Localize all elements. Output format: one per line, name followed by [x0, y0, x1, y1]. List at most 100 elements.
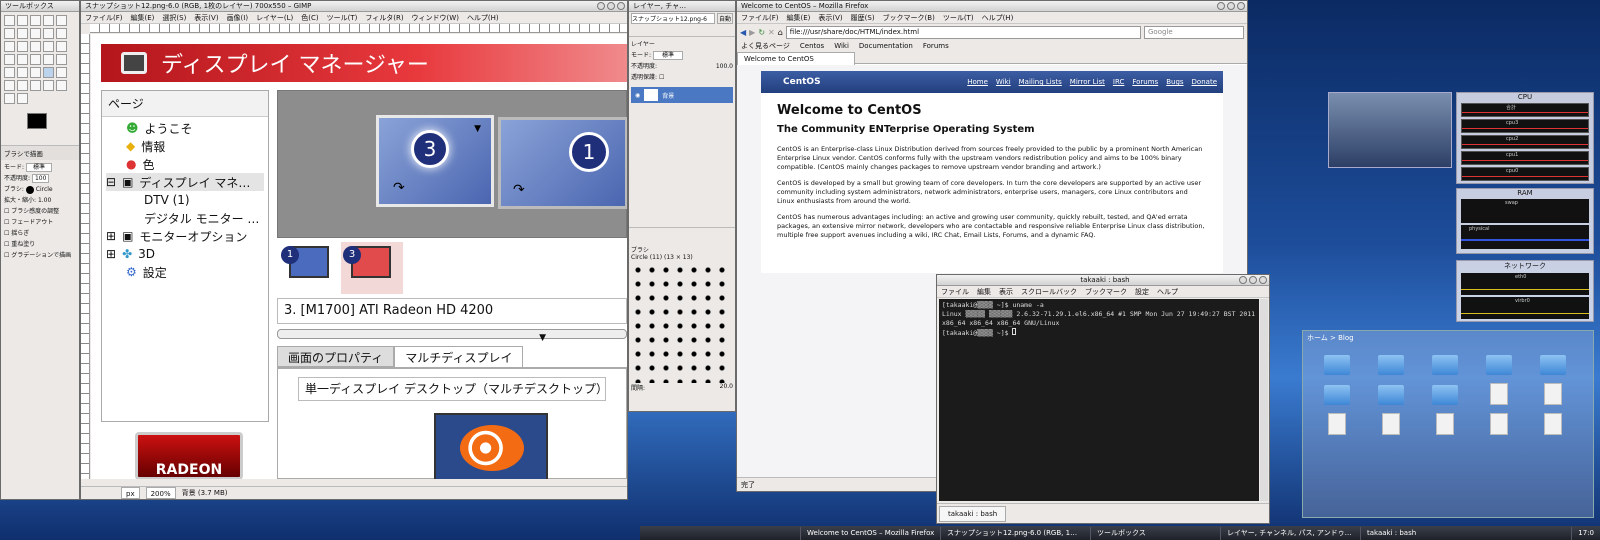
file-icon[interactable] — [1473, 409, 1525, 437]
small-monitor-3[interactable]: 3 — [341, 242, 403, 294]
menu-bookmarks[interactable]: ブックマーク — [1085, 286, 1127, 297]
close-icon[interactable] — [1259, 276, 1267, 284]
terminal-output[interactable]: [takaaki@▒▒▒▒ ~]$ uname -a Linux ▒▒▒▒▒ ▒… — [939, 299, 1259, 501]
tab-multi-display[interactable]: マルチディスプレイ — [394, 346, 524, 367]
nav-forums[interactable]: Forums — [1132, 78, 1158, 86]
menu-image[interactable]: 画像(I) — [227, 12, 249, 23]
bookmark-wiki[interactable]: Wiki — [834, 40, 849, 52]
menu-help[interactable]: ヘルプ — [1157, 286, 1178, 297]
rotate-tool[interactable] — [43, 41, 54, 52]
pager-widget[interactable] — [1328, 92, 1452, 168]
foreground-select-tool[interactable] — [30, 28, 41, 39]
menu-file[interactable]: ファイル — [941, 286, 969, 297]
menu-help[interactable]: ヘルプ(H) — [467, 12, 499, 23]
menu-bookmarks[interactable]: ブックマーク(B) — [883, 12, 935, 23]
device-dropdown[interactable]: ▼ — [277, 329, 627, 343]
back-icon[interactable]: ◀ — [740, 28, 746, 37]
close-icon[interactable] — [1237, 2, 1245, 10]
file-icon[interactable] — [1365, 409, 1417, 437]
tree-item-info[interactable]: ◆ 情報 — [106, 137, 264, 155]
menu-view[interactable]: 表示 — [999, 286, 1013, 297]
smudge-tool[interactable] — [56, 80, 67, 91]
menu-help[interactable]: ヘルプ(H) — [982, 12, 1014, 23]
canvas[interactable]: ディスプレイ マネージャー ページ ☻ ようこそ ◆ 情報 ● 色 ⊟ ▣ ディスプレイ … — [91, 34, 627, 479]
airbrush-tool[interactable] — [4, 80, 15, 91]
maximize-icon[interactable] — [1249, 276, 1257, 284]
move-tool[interactable] — [4, 41, 15, 52]
bookmark-centos[interactable]: Centos — [800, 40, 824, 52]
align-tool[interactable] — [17, 41, 28, 52]
nav-donate[interactable]: Donate — [1192, 78, 1217, 86]
menu-history[interactable]: 履歴(S) — [851, 12, 875, 23]
color-swatches[interactable] — [5, 111, 75, 141]
menu-tools[interactable]: ツール(T) — [327, 12, 358, 23]
zoom-select[interactable]: 200% — [145, 487, 176, 499]
task-terminal[interactable]: takaaki : bash — [1360, 526, 1460, 540]
layer-buttons[interactable] — [629, 227, 735, 241]
stop-icon[interactable]: ✕ — [768, 28, 775, 37]
layer-row[interactable]: ◉ 背景 — [631, 87, 733, 103]
terminal-titlebar[interactable]: takaaki : bash — [937, 275, 1269, 286]
folder-icon[interactable] — [1527, 349, 1579, 377]
menu-settings[interactable]: 設定 — [1135, 286, 1149, 297]
file-icon[interactable] — [1311, 409, 1363, 437]
menu-file[interactable]: ファイル(F) — [85, 12, 123, 23]
auto-button[interactable]: 自動 — [716, 13, 733, 24]
flip-tool[interactable] — [30, 54, 41, 65]
menu-tools[interactable]: ツール(T) — [943, 12, 974, 23]
free-select-tool[interactable] — [30, 15, 41, 26]
monitor-1-tile[interactable]: 1 ↷ — [498, 117, 627, 209]
file-icon[interactable] — [1473, 379, 1525, 407]
scale-tool[interactable] — [56, 41, 67, 52]
nav-mirror-list[interactable]: Mirror List — [1070, 78, 1105, 86]
ink-tool[interactable] — [17, 80, 28, 91]
gimp-titlebar[interactable]: スナップショット12.png-6.0 (RGB, 1枚のレイヤー) 700x55… — [81, 1, 627, 12]
tree-item-welcome[interactable]: ☻ ようこそ — [106, 119, 264, 137]
menu-colors[interactable]: 色(C) — [301, 12, 318, 23]
blur-tool[interactable] — [17, 93, 28, 104]
bookmark-forums[interactable]: Forums — [923, 40, 949, 52]
display-mode-select[interactable]: 単一ディスプレイ デスクトップ（マルチデスクトップ） — [298, 377, 606, 401]
nav-bugs[interactable]: Bugs — [1166, 78, 1183, 86]
layer-mode-select[interactable]: 標準 — [652, 51, 683, 60]
tree-item-3d[interactable]: ⊞ ✤ 3D — [106, 245, 264, 263]
menu-edit[interactable]: 編集(E) — [131, 12, 155, 23]
terminal-scrollbar[interactable] — [1260, 299, 1268, 501]
centos-logo[interactable]: CentOS — [761, 77, 967, 87]
menu-select[interactable]: 選択(S) — [162, 12, 186, 23]
task-gimp-image[interactable]: スナップショット12.png-6.0 (RGB, 1… — [940, 526, 1090, 540]
crop-tool[interactable] — [30, 41, 41, 52]
minimize-icon[interactable] — [1239, 276, 1247, 284]
task-firefox[interactable]: Welcome to CentOS – Mozilla Firefox — [800, 526, 940, 540]
pencil-tool[interactable] — [30, 67, 41, 78]
paths-tool[interactable] — [43, 28, 54, 39]
option-gradient[interactable]: ☐ グラデーションで描画 — [4, 250, 76, 261]
file-icon[interactable] — [1527, 379, 1579, 407]
blend-tool[interactable] — [17, 67, 28, 78]
menu-view[interactable]: 表示(V) — [194, 12, 218, 23]
scissors-tool[interactable] — [17, 28, 28, 39]
brush-preview[interactable] — [25, 185, 34, 194]
folder-icon[interactable] — [1365, 379, 1417, 407]
task-layers[interactable]: レイヤー, チャンネル, パス, アンドゥ… — [1220, 526, 1360, 540]
menu-scrollback[interactable]: スクロールバック — [1021, 286, 1077, 297]
tree-item-settings[interactable]: ⚙ 設定 — [106, 263, 264, 281]
zoom-tool[interactable] — [56, 15, 67, 26]
terminal-tab[interactable]: takaaki : bash — [939, 506, 1007, 522]
tree-item-display-manager[interactable]: ⊟ ▣ ディスプレイ マネ… — [106, 173, 264, 191]
tree-item-color[interactable]: ● 色 — [106, 155, 264, 173]
color-select-tool[interactable] — [4, 28, 15, 39]
maximize-icon[interactable] — [1227, 2, 1235, 10]
image-select[interactable]: スナップショット12.png-6 — [631, 13, 715, 24]
menu-windows[interactable]: ウィンドウ(W) — [412, 12, 459, 23]
minimize-icon[interactable] — [597, 2, 605, 10]
nav-wiki[interactable]: Wiki — [996, 78, 1011, 86]
monitor-3-tile[interactable]: 3 ▼ ↷ — [376, 115, 494, 207]
close-icon[interactable] — [617, 2, 625, 10]
layer-opacity-field[interactable]: 100.0 — [716, 61, 733, 72]
spacing-value[interactable]: 20.0 — [720, 383, 733, 390]
maximize-icon[interactable] — [607, 2, 615, 10]
shear-tool[interactable] — [4, 54, 15, 65]
menu-filters[interactable]: フィルタ(R) — [365, 12, 403, 23]
url-bar[interactable]: file:///usr/share/doc/HTML/index.html — [785, 25, 1141, 39]
